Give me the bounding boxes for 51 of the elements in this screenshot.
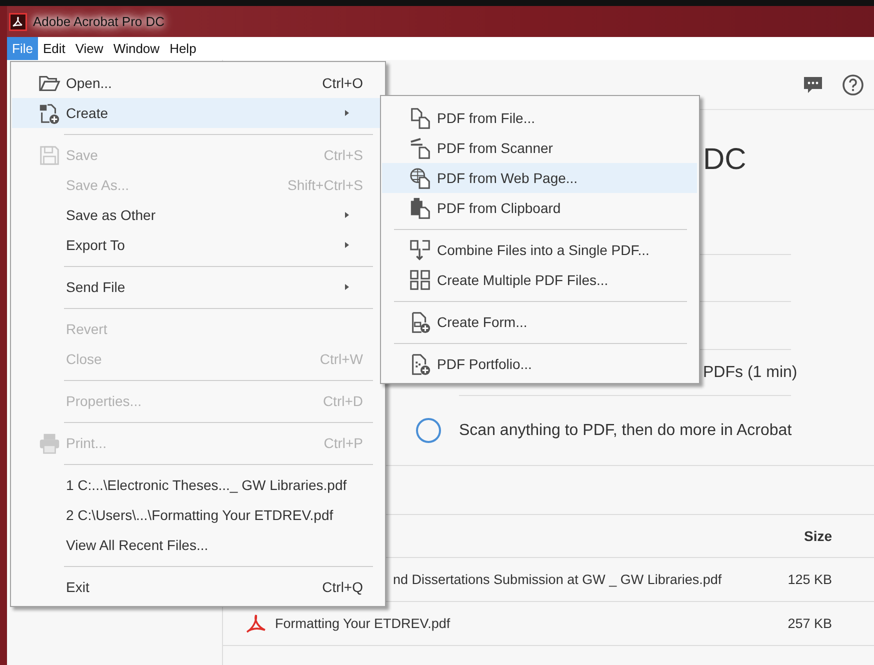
shortcut-label: Ctrl+D xyxy=(322,393,364,409)
menu-item[interactable]: 1 C:...\Electronic Theses..._ GW Libraries.pdf xyxy=(12,470,380,500)
pdf-icon xyxy=(245,612,267,634)
menu-item[interactable]: Export To xyxy=(12,230,380,260)
menu-item[interactable]: PDF Portfolio... xyxy=(382,349,697,379)
task-text[interactable]: PDFs (1 min) xyxy=(703,364,798,382)
menu-item[interactable]: Create xyxy=(12,98,380,128)
clipboard-icon xyxy=(409,196,432,220)
file-size: 257 KB xyxy=(788,616,833,631)
menu-item[interactable]: 2 C:\Users\...\Formatting Your ETDREV.pdf xyxy=(12,500,380,530)
menu-item[interactable]: PDF from File... xyxy=(382,103,697,133)
heading: DC xyxy=(703,143,746,176)
multiple-documents-icon xyxy=(409,268,432,292)
menu-bar-item[interactable]: Help xyxy=(164,37,202,60)
menu-item[interactable]: Send File xyxy=(12,272,380,302)
globe-icon xyxy=(409,166,432,190)
shortcut-label: Ctrl+S xyxy=(324,147,364,163)
menu-item[interactable]: Create Multiple PDF Files... xyxy=(382,265,697,295)
portfolio-icon xyxy=(409,352,432,376)
menu-item[interactable]: Exit Ctrl+Q xyxy=(12,572,380,602)
menu-item[interactable]: Combine Files into a Single PDF... xyxy=(382,235,697,265)
column-header: Size xyxy=(804,528,832,544)
menu-item[interactable]: Create Form... xyxy=(382,307,697,337)
combine-icon xyxy=(409,238,432,262)
file-size: 125 KB xyxy=(788,572,833,587)
window-title: Adobe Acrobat Pro DC xyxy=(33,14,165,29)
menu-item[interactable]: PDF from Scanner xyxy=(382,133,697,163)
shortcut-label: Ctrl+P xyxy=(324,435,364,451)
documents-icon xyxy=(409,106,432,130)
app-logo-icon xyxy=(9,12,27,30)
scanner-icon xyxy=(409,136,432,160)
circle-icon xyxy=(416,418,441,443)
menu-bar-item[interactable]: Window xyxy=(108,37,165,60)
task-text[interactable]: Scan anything to PDF, then do more in Acrobat xyxy=(459,422,792,440)
menu-item[interactable]: Save as Other xyxy=(12,200,380,230)
printer-icon xyxy=(38,432,61,454)
menu-bar-item[interactable]: Edit xyxy=(38,37,70,60)
form-icon xyxy=(409,310,432,334)
save-icon xyxy=(38,144,61,166)
menu-bar-item[interactable]: View xyxy=(70,37,108,60)
shortcut-label: Shift+Ctrl+S xyxy=(288,177,364,193)
shortcut-label: Ctrl+Q xyxy=(322,579,364,595)
menu-item[interactable]: View All Recent Files... xyxy=(12,530,380,560)
menu-item[interactable]: Open... Ctrl+O xyxy=(12,68,380,98)
file-name[interactable]: Formatting Your ETDREV.pdf xyxy=(267,616,788,631)
shortcut-label: Ctrl+O xyxy=(322,75,364,91)
shortcut-label: Ctrl+W xyxy=(320,351,364,367)
document-plus-icon xyxy=(38,102,61,124)
menu-item[interactable]: PDF from Web Page... xyxy=(382,163,697,193)
menu-item[interactable]: PDF from Clipboard xyxy=(382,193,697,223)
help-icon[interactable] xyxy=(842,74,864,96)
